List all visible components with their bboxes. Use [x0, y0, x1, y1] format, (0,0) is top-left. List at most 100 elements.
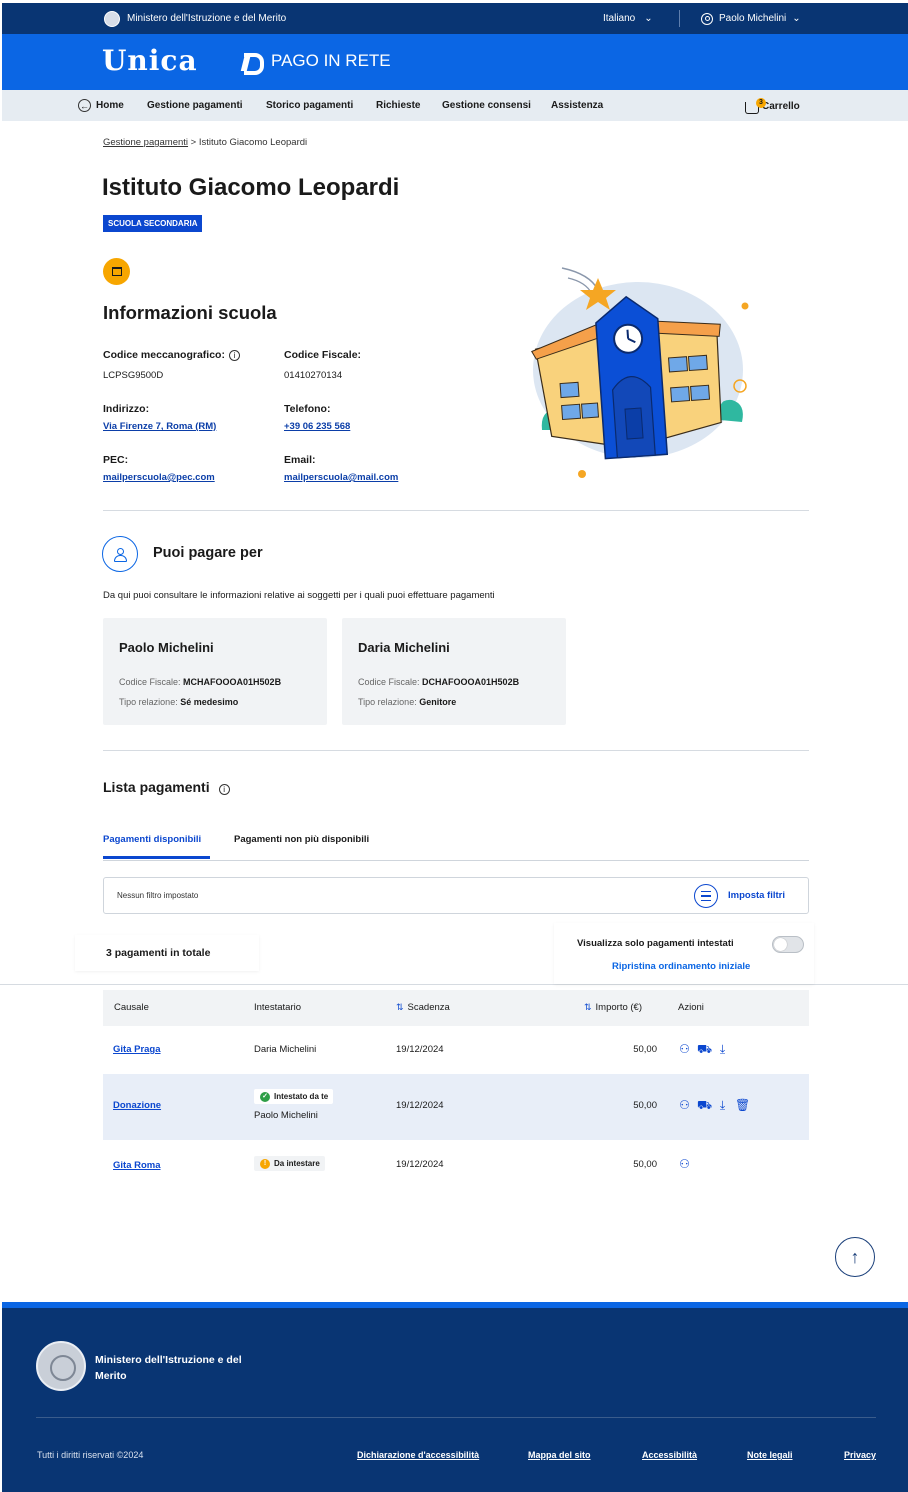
section-divider [103, 750, 809, 751]
nav-storico-pagamenti[interactable]: Storico pagamenti [266, 90, 353, 121]
filter-sliders-icon[interactable] [694, 884, 718, 908]
user-menu[interactable]: Paolo Michelini ⌄ [701, 3, 801, 34]
ministry-label: Ministero dell'Istruzione e del Merito [104, 3, 286, 34]
main-nav: ← Home Gestione pagamenti Storico pagame… [2, 90, 908, 121]
filter-status: Nessun filtro impostato [117, 891, 199, 900]
illustration-clock-hand [626, 329, 630, 339]
footer: Ministero dell'Istruzione e del Merito T… [2, 1308, 908, 1492]
download-icon[interactable]: ⤓ [716, 1099, 729, 1112]
pago-in-rete-logo[interactable]: PAGO IN RETE [239, 51, 391, 75]
intestatario-cell: Daria Michelini [254, 1044, 317, 1055]
breadcrumb-parent-link[interactable]: Gestione pagamenti [103, 137, 188, 148]
cart-count-badge: 3 [756, 97, 766, 108]
breadcrumb-current: Istituto Giacomo Leopardi [198, 137, 308, 148]
footer-ministry-name: Ministero dell'Istruzione e del Merito [95, 1354, 242, 1382]
school-type-badge: SCUOLA SECONDARIA [103, 215, 203, 232]
footer-copyright: Tutti i diritti riservati ©2024 [37, 1450, 144, 1460]
section-divider [103, 510, 809, 511]
footer-link-legal-notes[interactable]: Note legali [747, 1450, 793, 1460]
table-row: Gita Roma ! Da intestare 19/12/2024 50,0… [103, 1146, 809, 1186]
info-icon[interactable]: i [228, 350, 240, 361]
col-azioni: Azioni [678, 1002, 704, 1013]
codice-mecc-label: Codice meccanografico: i [103, 349, 240, 361]
scadenza-cell: 19/12/2024 [396, 1044, 444, 1055]
trash-icon[interactable]: 🗑 [735, 1099, 750, 1112]
nav-gestione-consensi[interactable]: Gestione consensi [442, 90, 531, 121]
pec-link[interactable]: mailperscuola@pec.com [103, 472, 215, 483]
col-importo[interactable]: ⇅ Importo (€) [584, 1002, 642, 1013]
toggle-panel: Visualizza solo pagamenti intestati Ripr… [554, 923, 814, 984]
person-name: Daria Michelini [358, 640, 450, 655]
table-row: Donazione ✓ Intestato da te Paolo Michel… [103, 1074, 809, 1140]
intestati-toggle[interactable] [772, 936, 804, 953]
footer-link-accessibility-statement[interactable]: Dichiarazione d'accessibilità [357, 1450, 479, 1460]
illustration-window [687, 354, 708, 372]
user-name: Paolo Michelini [719, 13, 787, 24]
footer-divider [36, 1417, 876, 1418]
language-select[interactable]: Italiano ⌄ [603, 3, 653, 34]
causale-link[interactable]: Gita Praga [113, 1044, 161, 1055]
nav-gestione-pagamenti[interactable]: Gestione pagamenti [147, 90, 243, 121]
telefono-label: Telefono: [284, 403, 331, 415]
ministry-name: Ministero dell'Istruzione e del Merito [127, 13, 287, 24]
assign-user-icon[interactable]: ⚇ [678, 1099, 691, 1112]
assign-user-icon[interactable]: ⚇ [678, 1043, 691, 1056]
footer-link-privacy[interactable]: Privacy [844, 1450, 876, 1460]
add-to-cart-icon[interactable]: ⛟ [697, 1099, 712, 1112]
tabs-baseline [103, 860, 809, 861]
causale-link[interactable]: Gita Roma [113, 1160, 161, 1171]
status-badge: ! Da intestare [254, 1156, 325, 1171]
telefono-link[interactable]: +39 06 235 568 [284, 421, 350, 432]
sort-icon: ⇅ [584, 1002, 592, 1012]
person-card[interactable]: Paolo Michelini Codice Fiscale: MCHAFOOO… [103, 618, 327, 725]
info-icon[interactable]: i [218, 784, 230, 795]
total-count: 3 pagamenti in totale [75, 935, 259, 971]
col-scadenza[interactable]: ⇅ Scadenza [396, 1002, 450, 1013]
causale-link[interactable]: Donazione [113, 1100, 161, 1111]
nav-home[interactable]: ← Home [78, 90, 124, 121]
status-badge: ✓ Intestato da te [254, 1089, 334, 1104]
scroll-to-top-button[interactable]: ↑ [835, 1237, 875, 1277]
add-to-cart-icon[interactable]: ⛟ [697, 1043, 712, 1056]
toggle-label: Visualizza solo pagamenti intestati [577, 938, 734, 949]
total-count-label: 3 pagamenti in totale [106, 947, 211, 959]
nav-assistenza[interactable]: Assistenza [551, 90, 603, 121]
ministry-topbar: Ministero dell'Istruzione e del Merito I… [2, 3, 908, 34]
filter-bar: Nessun filtro impostato Imposta filtri [103, 877, 809, 914]
ministry-emblem-icon [104, 10, 120, 27]
brand-header: Unica PAGO IN RETE [2, 34, 908, 90]
active-tab-indicator [103, 856, 210, 859]
footer-link-sitemap[interactable]: Mappa del sito [528, 1450, 591, 1460]
illustration-window [559, 381, 580, 399]
cart-button[interactable]: 3 Carrello [745, 95, 800, 117]
tab-pagamenti-non-disponibili[interactable]: Pagamenti non più disponibili [234, 834, 369, 845]
topbar-separator [679, 10, 680, 27]
assign-user-icon[interactable]: ⚇ [678, 1158, 691, 1171]
pec-label: PEC: [103, 454, 129, 466]
illustration-window [670, 386, 691, 403]
table-row: Gita Praga Daria Michelini 19/12/2024 50… [103, 1030, 809, 1072]
footer-link-accessibility[interactable]: Accessibilità [642, 1450, 697, 1460]
table-header: Causale Intestatario ⇅ Scadenza ⇅ Importo … [103, 990, 809, 1026]
person-card[interactable]: Daria Michelini Codice Fiscale: DCHAFOOO… [342, 618, 566, 725]
lista-pagamenti-title: Lista pagamenti i [103, 779, 230, 795]
reset-ordering-link[interactable]: Ripristina ordinamento iniziale [612, 961, 750, 972]
nav-home-label: Home [96, 100, 124, 111]
importo-cell: 50,00 [633, 1100, 657, 1111]
breadcrumb-separator: > [190, 137, 197, 148]
illustration-window [690, 384, 711, 401]
illustration-dot [578, 470, 586, 478]
importo-cell: 50,00 [633, 1159, 657, 1170]
illustration-window [667, 356, 688, 373]
indirizzo-link[interactable]: Via Firenze 7, Roma (RM) [103, 421, 216, 432]
tab-pagamenti-disponibili[interactable]: Pagamenti disponibili [103, 834, 201, 845]
codice-mecc-value: LCPSG9500D [103, 370, 164, 381]
nav-richieste[interactable]: Richieste [376, 90, 420, 121]
download-icon[interactable]: ⤓ [716, 1043, 729, 1056]
unica-logo[interactable]: Unica [102, 44, 198, 77]
email-link[interactable]: mailperscuola@mail.com [284, 472, 398, 483]
imposta-filtri-button[interactable]: Imposta filtri [728, 890, 785, 901]
check-circle-icon: ✓ [260, 1092, 270, 1102]
back-arrow-icon: ← [78, 99, 91, 112]
scadenza-cell: 19/12/2024 [396, 1100, 444, 1111]
